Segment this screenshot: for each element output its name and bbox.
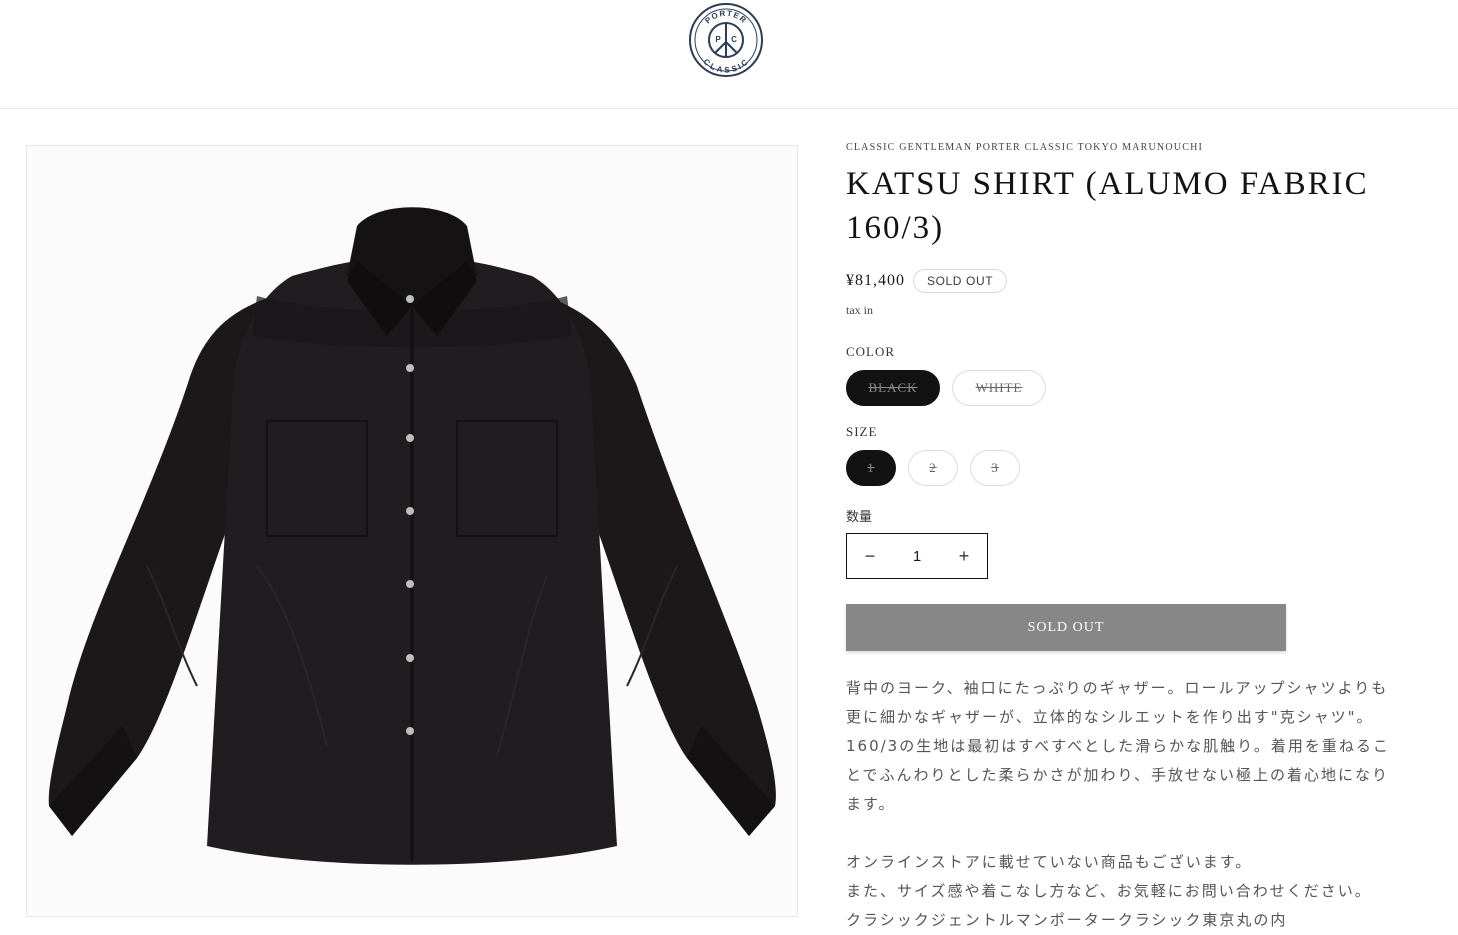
color-option-white[interactable]: WHITE <box>952 370 1046 406</box>
logo-initial-p: P <box>715 35 721 44</box>
description-line: 更に細かなギャザーが、立体的なシルエットを作り出す"克シャツ"。 <box>846 708 1374 726</box>
quantity-stepper: − 1 + <box>846 533 988 579</box>
site-header: PORTER CLASSIC P C <box>0 0 1458 109</box>
shirt-illustration <box>48 207 776 865</box>
description-line: また、サイズ感や着こなし方など、お気軽にお問い合わせください。 <box>846 882 1372 900</box>
minus-icon[interactable]: − <box>847 546 893 567</box>
product-price: ¥81,400 <box>846 272 905 289</box>
description-line: 160/3の生地は最初はすべすべとした滑らかな肌触り。着用を重ねるこ <box>846 737 1390 755</box>
product-image[interactable] <box>26 145 798 917</box>
size-option-3[interactable]: 3 <box>970 450 1020 486</box>
plus-icon[interactable]: + <box>941 546 987 567</box>
product-title: KATSU SHIRT (ALUMO FABRIC 160/3) <box>846 162 1436 250</box>
description-line: クラシックジェントルマンポータークラシック東京丸の内 <box>846 911 1288 929</box>
product-vendor[interactable]: CLASSIC GENTLEMAN PORTER CLASSIC TOKYO M… <box>846 142 1436 156</box>
product-description: 背中のヨーク、袖口にたっぷりのギャザー。ロールアップシャツよりも 更に細かなギャ… <box>846 674 1431 935</box>
size-options: 1 2 3 <box>846 450 1436 486</box>
sold-out-badge: SOLD OUT <box>913 269 1008 293</box>
tax-note: tax in <box>846 303 873 317</box>
size-option-1[interactable]: 1 <box>846 450 896 486</box>
size-label: SIZE <box>846 424 878 439</box>
price-row: ¥81,400 SOLD OUT <box>846 268 1436 294</box>
color-option-black[interactable]: BLACK <box>846 370 940 406</box>
size-option-2[interactable]: 2 <box>908 450 958 486</box>
description-line: ます。 <box>846 795 896 813</box>
description-line: とでふんわりとした柔らかさが加わり、手放せない極上の着心地になり <box>846 766 1389 784</box>
product-info: CLASSIC GENTLEMAN PORTER CLASSIC TOKYO M… <box>846 142 1436 935</box>
description-line: 背中のヨーク、袖口にたっぷりのギャザー。ロールアップシャツよりも <box>846 679 1389 697</box>
product-title-line2: 160/3) <box>846 210 945 246</box>
description-line: オンラインストアに載せていない商品もございます。 <box>846 853 1253 871</box>
sold-out-button[interactable]: SOLD OUT <box>846 604 1286 651</box>
quantity-value[interactable]: 1 <box>893 548 941 565</box>
product-title-line1: KATSU SHIRT (ALUMO FABRIC <box>846 166 1369 202</box>
color-label: COLOR <box>846 344 896 359</box>
brand-logo[interactable]: PORTER CLASSIC P C <box>688 2 764 78</box>
color-options: BLACK WHITE <box>846 370 1436 406</box>
quantity-label: 数量 <box>846 509 873 524</box>
logo-initial-c: C <box>731 35 737 44</box>
